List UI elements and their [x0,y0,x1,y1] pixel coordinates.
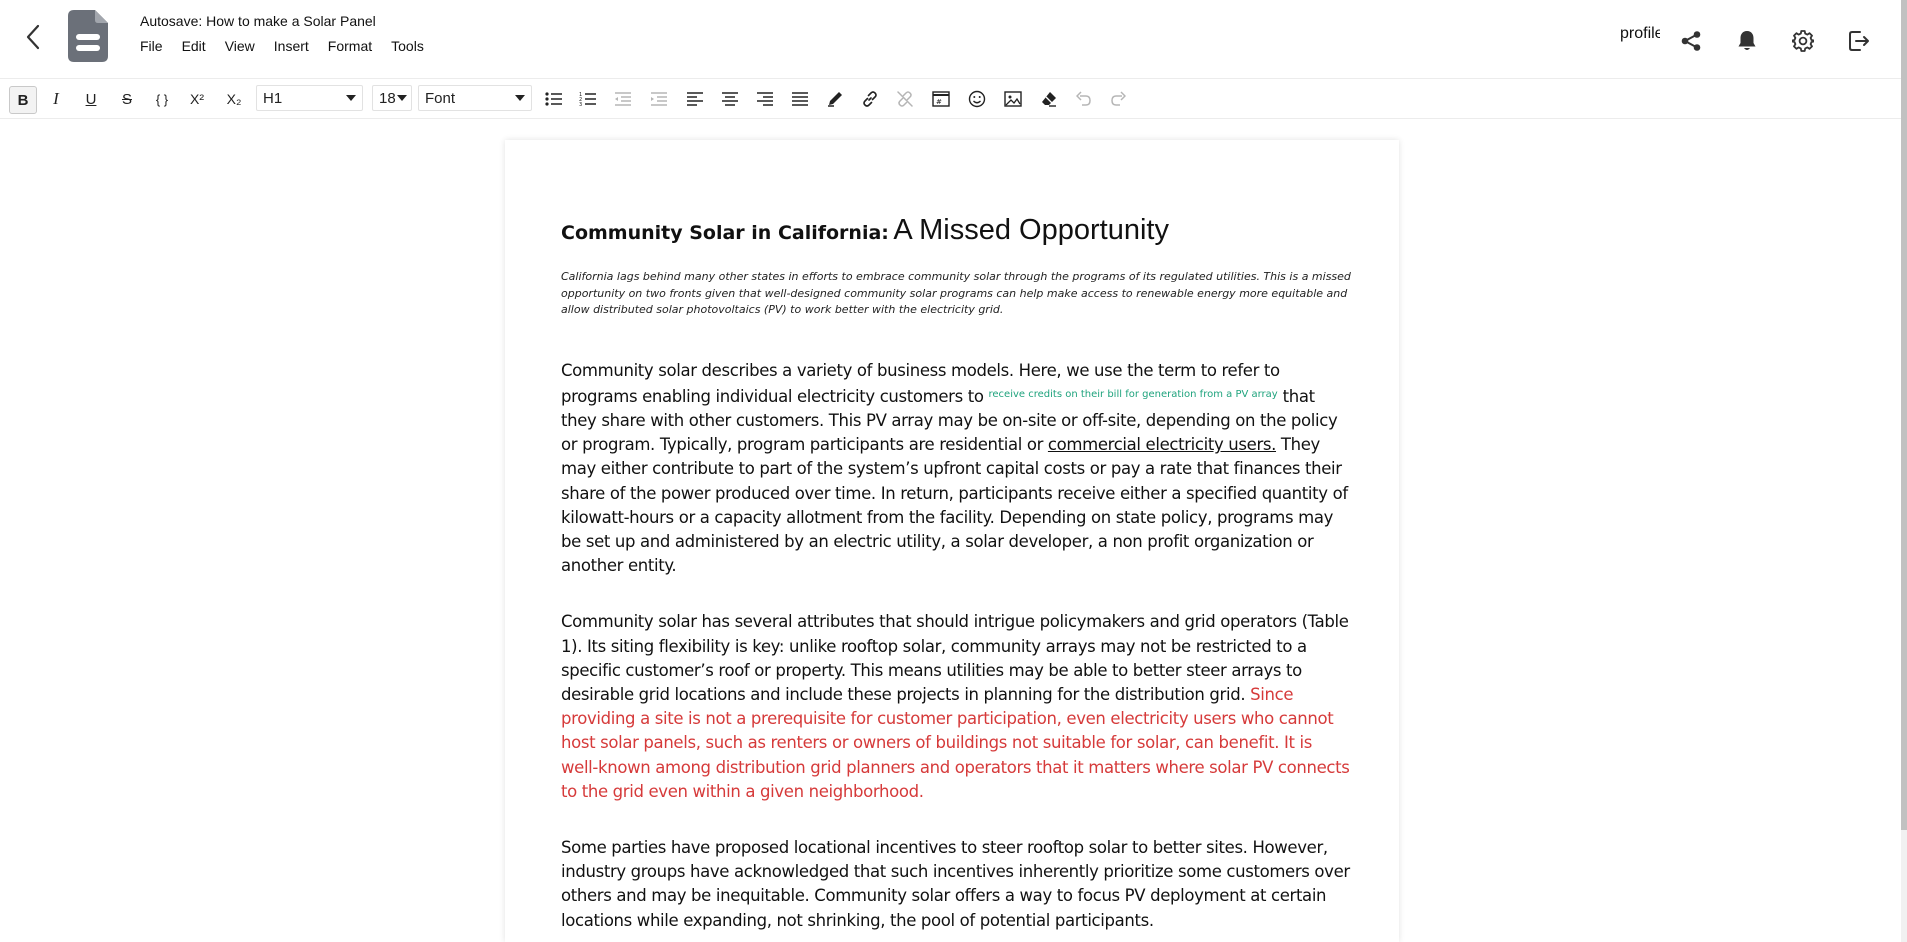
underlined-phrase: commercial electricity users. [1047,435,1277,455]
outdent-icon[interactable] [610,86,636,112]
font-family-value: Font [425,89,456,107]
menu-bar: File Edit View Insert Format Tools [140,38,443,54]
back-arrow-icon[interactable] [18,22,48,52]
strikethrough-button[interactable]: S [114,86,140,112]
document-logo-icon [68,10,108,62]
svg-text:#: # [936,98,942,106]
chevron-down-icon [397,95,407,101]
code-button[interactable]: { } [149,86,175,112]
gear-icon[interactable] [1790,28,1816,54]
svg-text:3: 3 [579,102,582,107]
undo-icon[interactable] [1071,86,1097,112]
chevron-down-icon [346,95,356,101]
paragraph-1: Community solar describes a variety of b… [561,359,1351,579]
menu-view[interactable]: View [225,38,255,54]
logout-icon[interactable] [1846,28,1872,54]
menu-insert[interactable]: Insert [274,38,309,54]
subscript-button[interactable]: X₂ [221,86,247,112]
font-family-select[interactable]: Font [418,85,532,111]
paragraph-1-text-c: They may either contribute to part of th… [561,435,1348,576]
superscript-button[interactable]: X² [184,86,210,112]
align-right-icon[interactable] [752,86,778,112]
chevron-down-icon [515,95,525,101]
heading-large-part: A Missed Opportunity [893,214,1169,246]
document-content[interactable]: Community Solar in California: A Missed … [561,212,1351,933]
menu-format[interactable]: Format [328,38,372,54]
document-heading: Community Solar in California: A Missed … [561,212,1351,253]
emoji-icon[interactable] [964,86,990,112]
paragraph-3: Some parties have proposed locational in… [561,837,1350,930]
align-center-icon[interactable] [717,86,743,112]
highlighter-pen-icon[interactable] [822,86,848,112]
heading-select[interactable]: H1 [256,85,363,111]
align-justify-icon[interactable] [787,86,813,112]
link-icon[interactable] [857,86,883,112]
bullet-list-icon[interactable] [541,86,567,112]
unlink-icon[interactable] [892,86,918,112]
font-size-value: 18 [379,89,396,107]
app-header: Autosave: How to make a Solar Panel File… [0,0,1907,78]
profile-link[interactable]: profile [1620,25,1660,43]
heading-bold-part: Community Solar in California: [561,222,889,244]
indent-icon[interactable] [646,86,672,112]
numbered-list-icon[interactable]: 123 [575,86,601,112]
heading-select-value: H1 [263,89,283,107]
insert-image-icon[interactable] [1000,86,1026,112]
abstract-paragraph: California lags behind many other states… [561,270,1351,316]
scrollbar-thumb[interactable] [1901,0,1907,830]
underline-button[interactable]: U [78,86,104,112]
inline-green-note: receive credits on their bill for genera… [988,388,1278,400]
font-size-select[interactable]: 18 [372,85,412,111]
bell-icon[interactable] [1734,28,1760,54]
share-icon[interactable] [1678,28,1704,54]
menu-file[interactable]: File [140,38,163,54]
formatting-toolbar: B I U S { } X² X₂ H1 18 Font 123 # [0,78,1907,119]
align-left-icon[interactable] [682,86,708,112]
document-page[interactable]: Community Solar in California: A Missed … [505,140,1399,942]
vertical-scrollbar[interactable] [1901,0,1907,942]
paragraph-2-text-a: Community solar has several attributes t… [561,612,1349,704]
paragraph-2: Community solar has several attributes t… [561,610,1351,804]
eraser-icon[interactable] [1036,86,1062,112]
document-title: Autosave: How to make a Solar Panel [140,13,376,29]
italic-button[interactable]: I [43,86,69,112]
bold-button[interactable]: B [9,86,37,114]
insert-date-icon[interactable]: # [928,86,954,112]
menu-tools[interactable]: Tools [391,38,424,54]
redo-icon[interactable] [1105,86,1131,112]
menu-edit[interactable]: Edit [182,38,206,54]
